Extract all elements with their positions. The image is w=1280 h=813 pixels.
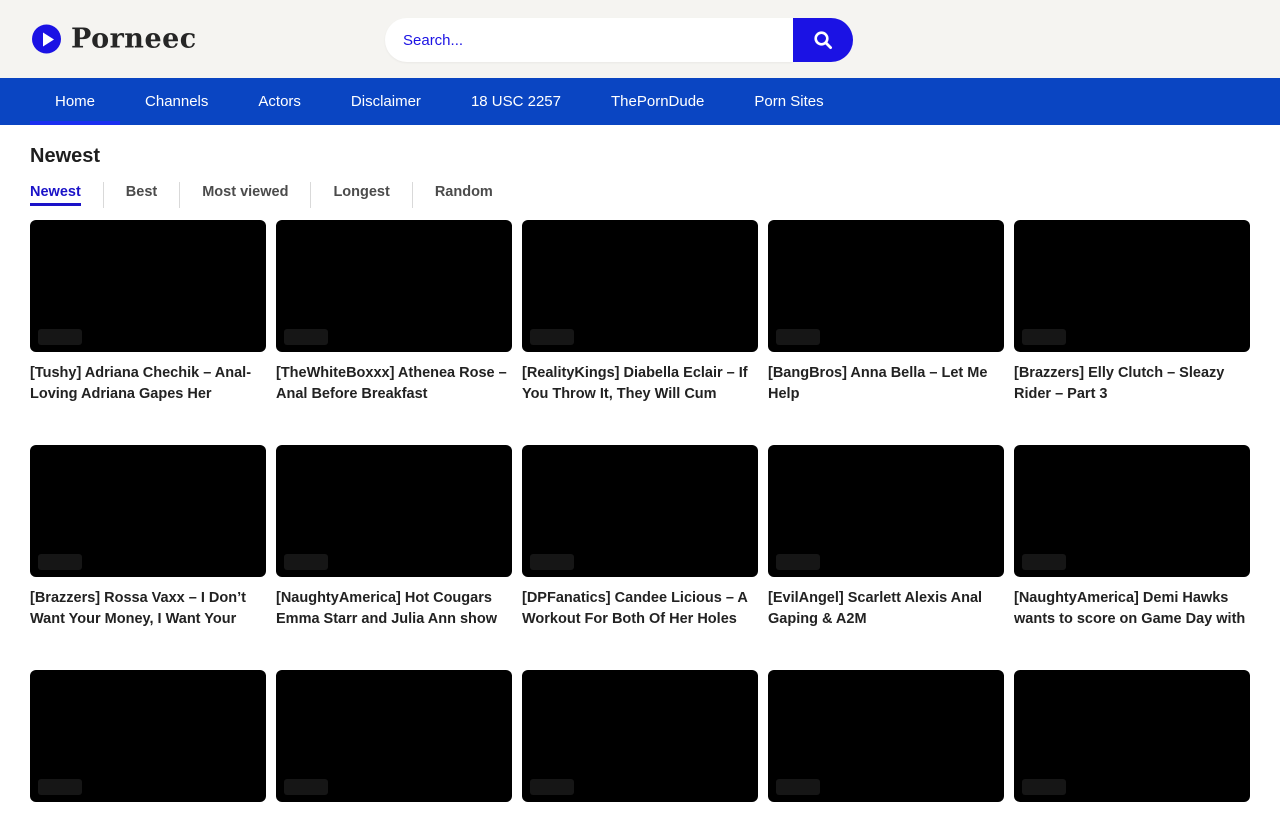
- duration-badge: [530, 779, 574, 795]
- video-thumbnail[interactable]: [768, 670, 1004, 802]
- duration-badge: [38, 329, 82, 345]
- video-title[interactable]: [BangBros] Anna Bella – Let Me Help: [768, 363, 1004, 405]
- video-card[interactable]: [EvilAngel] Scarlett Alexis Anal Gaping …: [768, 445, 1004, 630]
- video-card[interactable]: [RealityKings] Diabella Eclair – If You …: [522, 220, 758, 405]
- video-card[interactable]: [DPFanatics] Candee Licious – A Workout …: [522, 445, 758, 630]
- nav-item-home[interactable]: Home: [30, 78, 120, 125]
- video-card[interactable]: [30, 670, 266, 813]
- sort-tabs: Newest Best Most viewed Longest Random: [30, 182, 1250, 208]
- duration-badge: [776, 554, 820, 570]
- nav-item-18-usc-2257[interactable]: 18 USC 2257: [446, 78, 586, 125]
- duration-badge: [38, 779, 82, 795]
- nav-item-channels[interactable]: Channels: [120, 78, 233, 125]
- video-thumbnail[interactable]: [522, 670, 758, 802]
- duration-badge: [38, 554, 82, 570]
- duration-badge: [776, 779, 820, 795]
- duration-badge: [1022, 329, 1066, 345]
- video-thumbnail[interactable]: [276, 445, 512, 577]
- video-thumbnail[interactable]: [1014, 220, 1250, 352]
- site-header: Porneec: [0, 0, 1280, 78]
- video-thumbnail[interactable]: [30, 220, 266, 352]
- duration-badge: [284, 779, 328, 795]
- video-card[interactable]: [Brazzers] Rossa Vaxx – I Don’t Want You…: [30, 445, 266, 630]
- tab-random[interactable]: Random: [413, 182, 515, 208]
- video-card[interactable]: [768, 670, 1004, 813]
- duration-badge: [530, 554, 574, 570]
- duration-badge: [530, 329, 574, 345]
- video-card[interactable]: [NaughtyAmerica] Demi Hawks wants to sco…: [1014, 445, 1250, 630]
- video-thumbnail[interactable]: [522, 445, 758, 577]
- video-thumbnail[interactable]: [768, 445, 1004, 577]
- video-thumbnail[interactable]: [1014, 670, 1250, 802]
- nav-item-theporndude[interactable]: ThePornDude: [586, 78, 729, 125]
- video-grid: [Tushy] Adriana Chechik – Anal-Loving Ad…: [30, 220, 1250, 813]
- video-thumbnail[interactable]: [30, 445, 266, 577]
- video-card[interactable]: [BangBros] Anna Bella – Let Me Help: [768, 220, 1004, 405]
- video-card[interactable]: [1014, 670, 1250, 813]
- duration-badge: [284, 329, 328, 345]
- play-icon: [32, 25, 61, 54]
- video-card[interactable]: [NaughtyAmerica] Hot Cougars Emma Starr …: [276, 445, 512, 630]
- search-button[interactable]: [793, 18, 853, 62]
- video-thumbnail[interactable]: [522, 220, 758, 352]
- video-card[interactable]: [Brazzers] Elly Clutch – Sleazy Rider – …: [1014, 220, 1250, 405]
- video-title[interactable]: [DPFanatics] Candee Licious – A Workout …: [522, 588, 758, 630]
- nav-item-actors[interactable]: Actors: [233, 78, 326, 125]
- duration-badge: [776, 329, 820, 345]
- main-nav: Home Channels Actors Disclaimer 18 USC 2…: [0, 78, 1280, 125]
- video-thumbnail[interactable]: [30, 670, 266, 802]
- video-thumbnail[interactable]: [1014, 445, 1250, 577]
- video-title[interactable]: [Tushy] Adriana Chechik – Anal-Loving Ad…: [30, 363, 266, 405]
- video-title[interactable]: [TheWhiteBoxxx] Athenea Rose – Anal Befo…: [276, 363, 512, 405]
- duration-badge: [284, 554, 328, 570]
- site-logo[interactable]: Porneec: [32, 24, 197, 55]
- video-thumbnail[interactable]: [276, 220, 512, 352]
- video-thumbnail[interactable]: [768, 220, 1004, 352]
- tab-newest[interactable]: Newest: [30, 182, 104, 208]
- duration-badge: [1022, 554, 1066, 570]
- video-title[interactable]: [NaughtyAmerica] Demi Hawks wants to sco…: [1014, 588, 1250, 630]
- page-title: Newest: [30, 145, 1250, 168]
- video-title[interactable]: [Brazzers] Elly Clutch – Sleazy Rider – …: [1014, 363, 1250, 405]
- video-card[interactable]: [276, 670, 512, 813]
- search-input[interactable]: [385, 18, 793, 62]
- tab-best[interactable]: Best: [104, 182, 180, 208]
- search-bar: [385, 18, 853, 62]
- duration-badge: [1022, 779, 1066, 795]
- nav-item-disclaimer[interactable]: Disclaimer: [326, 78, 446, 125]
- video-card[interactable]: [TheWhiteBoxxx] Athenea Rose – Anal Befo…: [276, 220, 512, 405]
- nav-item-porn-sites[interactable]: Porn Sites: [729, 78, 848, 125]
- video-title[interactable]: [EvilAngel] Scarlett Alexis Anal Gaping …: [768, 588, 1004, 630]
- magnifier-icon: [812, 29, 834, 51]
- video-title[interactable]: [NaughtyAmerica] Hot Cougars Emma Starr …: [276, 588, 512, 630]
- brand-name: Porneec: [71, 24, 197, 55]
- tab-longest[interactable]: Longest: [311, 182, 412, 208]
- video-title[interactable]: [Brazzers] Rossa Vaxx – I Don’t Want You…: [30, 588, 266, 630]
- video-card[interactable]: [522, 670, 758, 813]
- main-content: Newest Newest Best Most viewed Longest R…: [0, 125, 1280, 813]
- video-card[interactable]: [Tushy] Adriana Chechik – Anal-Loving Ad…: [30, 220, 266, 405]
- video-title[interactable]: [RealityKings] Diabella Eclair – If You …: [522, 363, 758, 405]
- video-thumbnail[interactable]: [276, 670, 512, 802]
- tab-most-viewed[interactable]: Most viewed: [180, 182, 311, 208]
